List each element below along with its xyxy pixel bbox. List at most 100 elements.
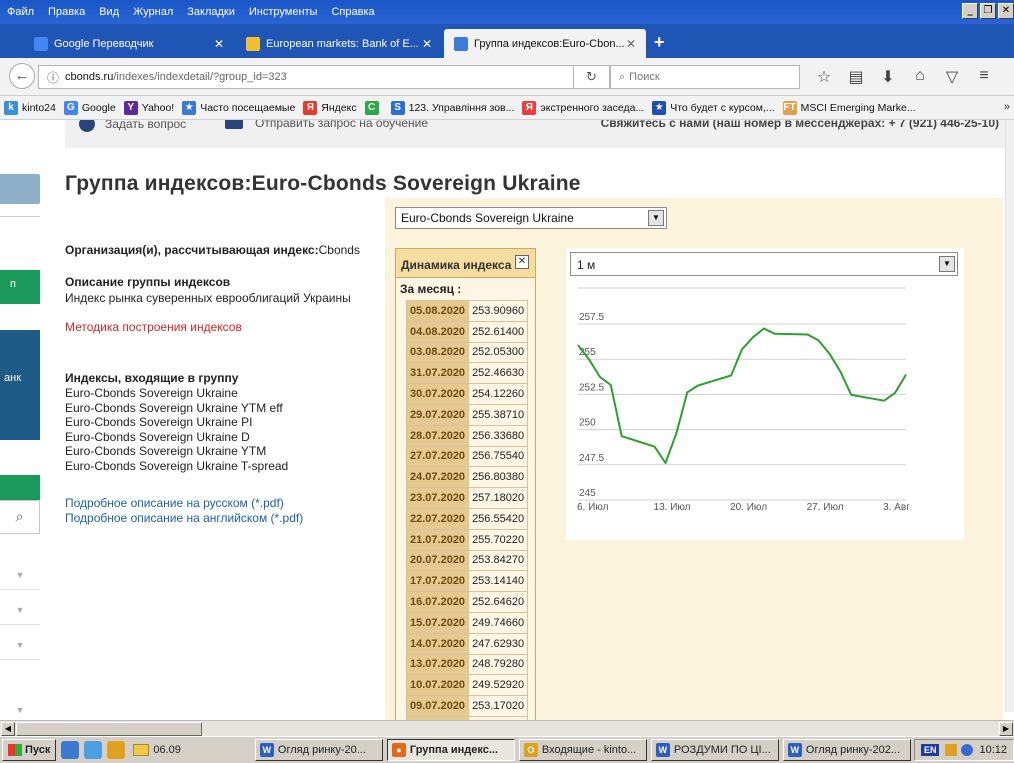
taskbar-task-button[interactable]: ● Группа индекс...	[386, 739, 515, 761]
sidebar-gray-block[interactable]	[0, 174, 40, 204]
list-item[interactable]: Euro-Cbonds Sovereign Ukraine	[65, 386, 288, 401]
list-item[interactable]: Euro-Cbonds Sovereign Ukraine PI	[65, 415, 288, 430]
bookmark-item[interactable]: Y Yahoo!	[123, 100, 174, 115]
quicklaunch-browser-icon[interactable]	[61, 741, 80, 759]
tab-close-icon[interactable]: ✕	[422, 37, 432, 51]
bookmark-favicon-icon: S	[390, 100, 405, 115]
taskbar-task-button[interactable]: O Входящие - kinto...	[518, 739, 647, 761]
taskbar-task-button[interactable]: W Огляд ринку-202...	[782, 739, 911, 761]
tab-close-icon[interactable]: ✕	[214, 37, 224, 51]
table-row: 09.07.2020 253.17020	[405, 695, 529, 717]
pocket-icon[interactable]: ▽	[936, 67, 968, 87]
doc-russian-link[interactable]: Подробное описание на русском (*.pdf)	[65, 496, 303, 511]
menu-help[interactable]: Справка	[324, 6, 381, 18]
quicklaunch-outlook-icon[interactable]	[107, 741, 126, 759]
chevron-down-icon[interactable]: ▼	[648, 210, 664, 226]
bookmarks-overflow-icon[interactable]: »	[1004, 101, 1010, 113]
downloads-icon[interactable]: ⬇	[872, 67, 904, 87]
mail-icon	[225, 120, 243, 129]
minimize-icon[interactable]: _	[962, 3, 978, 19]
period-value: 1 м	[577, 258, 596, 272]
sidebar-green-button[interactable]: п	[0, 270, 40, 304]
language-indicator[interactable]: EN	[920, 744, 940, 756]
vertical-scrollbar[interactable]	[1005, 120, 1014, 712]
value-cell: 248.79280	[468, 653, 529, 676]
chevron-down-icon[interactable]: ▼	[939, 256, 955, 272]
index-select[interactable]: Euro-Cbonds Sovereign Ukraine ▼	[395, 207, 667, 229]
search-input[interactable]: ⌕ Поиск	[610, 65, 800, 89]
chevron-down-icon[interactable]: ▼	[0, 630, 40, 660]
value-cell: 256.80380	[468, 466, 529, 489]
chevron-down-icon[interactable]: ▼	[0, 560, 40, 590]
reading-list-icon[interactable]: ▤	[840, 67, 872, 87]
bookmark-item[interactable]: G Google	[63, 100, 116, 115]
reload-icon[interactable]: ↻	[574, 65, 610, 89]
restore-icon[interactable]: ❐	[980, 3, 996, 19]
menu-file[interactable]: Файл	[0, 6, 41, 18]
training-request-link[interactable]: Отправить запрос на обучение	[225, 120, 428, 130]
tray-app-icon[interactable]	[945, 744, 958, 756]
tab-label: Группа индексов:Euro-Cbon...	[474, 37, 625, 50]
quicklaunch-ie-icon[interactable]	[84, 741, 103, 759]
new-tab-icon[interactable]: +	[654, 33, 665, 51]
tab-close-icon[interactable]: ✕	[626, 37, 636, 51]
methodology-link[interactable]: Методика построения индексов	[65, 320, 242, 334]
index-line-chart: 245247.5250252.5255257.56. Июл 13. Июл 20.…	[577, 287, 910, 513]
menu-edit[interactable]: Правка	[41, 6, 92, 18]
sidebar-search-icon[interactable]: ⌕	[0, 500, 40, 534]
list-item[interactable]: Euro-Cbonds Sovereign Ukraine YTM	[65, 444, 288, 459]
scroll-right-icon[interactable]: ▶	[999, 722, 1013, 736]
bookmark-item[interactable]: Я Яндекс	[303, 100, 357, 115]
start-button[interactable]: Пуск	[2, 739, 57, 761]
list-item[interactable]: Euro-Cbonds Sovereign Ukraine D	[65, 430, 288, 445]
horizontal-scrollbar[interactable]: ◀ ▶	[0, 720, 1014, 736]
bookmark-item[interactable]: ★ Часто посещаемые	[182, 100, 295, 115]
google-translate-icon	[34, 36, 48, 51]
home-icon[interactable]: ⌂	[904, 67, 936, 87]
doc-english-link[interactable]: Подробное описание на английском (*.pdf)	[65, 511, 303, 526]
menu-icon[interactable]: ≡	[968, 67, 1000, 87]
url-bar[interactable]: ⓘ cbonds.ru /indexes/indexdetail/?group_…	[38, 65, 574, 89]
bookmark-item[interactable]: S 123. Управління зов...	[390, 100, 514, 115]
start-label: Пуск	[25, 744, 51, 756]
chevron-down-icon[interactable]: ▼	[0, 695, 40, 720]
scroll-thumb[interactable]	[16, 722, 202, 736]
tab-european-markets[interactable]: European markets: Bank of E... ✕	[236, 29, 442, 58]
bookmark-item[interactable]: Яэкстренного заседа...	[522, 100, 644, 115]
menu-history[interactable]: Журнал	[126, 6, 180, 18]
list-item[interactable]: Euro-Cbonds Sovereign Ukraine T-spread	[65, 459, 288, 474]
table-row: 28.07.2020 256.33680	[405, 424, 529, 447]
tray-network-icon[interactable]	[961, 744, 974, 756]
tab-google-translate[interactable]: Google Переводчик ✕	[24, 29, 234, 58]
taskbar-folder[interactable]: 06.09	[133, 744, 181, 756]
bookmark-item[interactable]: C	[364, 100, 383, 115]
list-item[interactable]: Euro-Cbonds Sovereign Ukraine YTM eff	[65, 401, 288, 416]
value-cell: 247.62930	[468, 632, 529, 655]
bookmark-item[interactable]: FT MSCI Emerging Marke...	[782, 100, 916, 115]
table-row: 24.07.2020 256.80380	[405, 466, 529, 489]
back-icon[interactable]: ←	[9, 63, 35, 89]
toolbar-icons: ☆ ▤ ⬇ ⌂ ▽ ≡	[808, 67, 1000, 87]
bookmark-item[interactable]: k kinto24	[4, 100, 56, 115]
bookmark-star-icon[interactable]: ☆	[808, 67, 840, 87]
menu-bookmarks[interactable]: Закладки	[180, 6, 242, 18]
period-select[interactable]: 1 м ▼	[570, 252, 958, 276]
taskbar-task-button[interactable]: W Огляд ринку-20...	[254, 739, 383, 761]
tab-cbonds[interactable]: Группа индексов:Euro-Cbon... ✕	[444, 29, 646, 58]
value-cell: 253.14140	[468, 570, 529, 593]
close-window-icon[interactable]: ✕	[998, 3, 1014, 19]
ask-question-link[interactable]: Задать вопрос	[79, 120, 186, 132]
site-info-icon[interactable]: ⓘ	[47, 69, 59, 86]
chevron-down-icon[interactable]: ▼	[0, 595, 40, 625]
menu-tools[interactable]: Инструменты	[242, 6, 325, 18]
menu-view[interactable]: Вид	[92, 6, 126, 18]
bookmark-item[interactable]: ★ Что будет с курсом,...	[652, 100, 775, 115]
indices-heading: Индексы, входящие в группу	[65, 371, 239, 385]
scroll-left-icon[interactable]: ◀	[1, 722, 15, 736]
close-icon[interactable]: ✕	[515, 255, 529, 269]
date-cell: 03.08.2020	[405, 341, 470, 364]
taskbar-task-button[interactable]: W РОЗДУМИ ПО ЦІ...	[650, 739, 779, 761]
sidebar-blue-banner[interactable]: анк	[0, 330, 40, 440]
browser-window: Файл Правка Вид Журнал Закладки Инструме…	[0, 0, 1014, 763]
series-line[interactable]	[577, 327, 907, 464]
